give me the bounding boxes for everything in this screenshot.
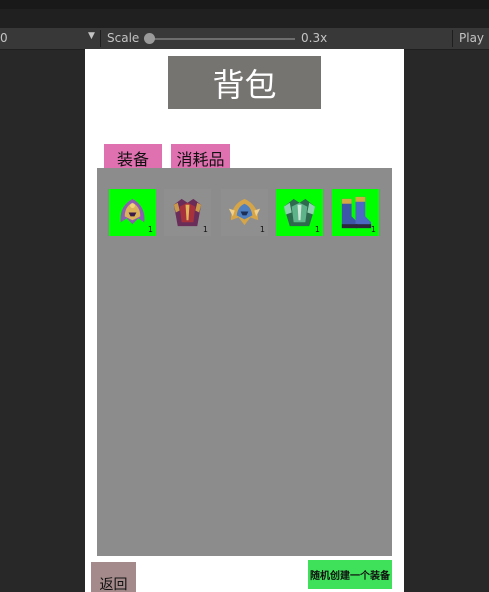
chest-armor-green-icon bbox=[283, 198, 316, 227]
item-count: 1 bbox=[202, 225, 208, 234]
back-button[interactable]: 返回 bbox=[91, 562, 136, 592]
item-count: 1 bbox=[314, 225, 320, 234]
back-button-label: 返回 bbox=[99, 577, 128, 592]
helmet-purple-icon bbox=[120, 198, 145, 225]
scale-slider-handle[interactable] bbox=[144, 33, 155, 44]
backpack-title: 背包 bbox=[168, 56, 321, 109]
dropdown-arrow-icon[interactable]: ▼ bbox=[88, 31, 95, 41]
inventory-slot[interactable]: 1 bbox=[332, 189, 379, 236]
toolbar-divider bbox=[452, 30, 453, 47]
helmet-blue-icon bbox=[228, 198, 261, 226]
item-count: 1 bbox=[259, 225, 265, 234]
scale-slider[interactable] bbox=[150, 38, 295, 40]
window-titlebar bbox=[0, 0, 489, 9]
item-count: 1 bbox=[147, 225, 153, 234]
inventory-slot[interactable]: 1 bbox=[164, 189, 211, 236]
chest-armor-red-icon bbox=[173, 198, 202, 227]
item-count: 1 bbox=[370, 225, 376, 234]
inventory-grid: 1 1 1 1 1 bbox=[97, 168, 392, 556]
random-create-equipment-button[interactable]: 随机创建一个装备 bbox=[308, 560, 392, 589]
editor-tab-strip bbox=[0, 9, 489, 28]
play-focused-dropdown[interactable]: Play I bbox=[459, 31, 489, 45]
game-view-toolbar: 0 ▼ Scale 0.3x Play I bbox=[0, 28, 489, 50]
boots-blue-icon bbox=[341, 196, 372, 229]
scale-value: 0.3x bbox=[301, 31, 328, 45]
game-canvas: 背包 装备 消耗品 1 1 1 1 1 返回 随机创建一个装备 bbox=[85, 49, 404, 592]
inventory-slot[interactable]: 1 bbox=[276, 189, 323, 236]
scale-label: Scale bbox=[107, 31, 140, 45]
inventory-slot[interactable]: 1 bbox=[109, 189, 156, 236]
inventory-slot[interactable]: 1 bbox=[221, 189, 268, 236]
toolbar-divider bbox=[100, 30, 101, 47]
resolution-dropdown[interactable]: 0 bbox=[0, 31, 8, 45]
